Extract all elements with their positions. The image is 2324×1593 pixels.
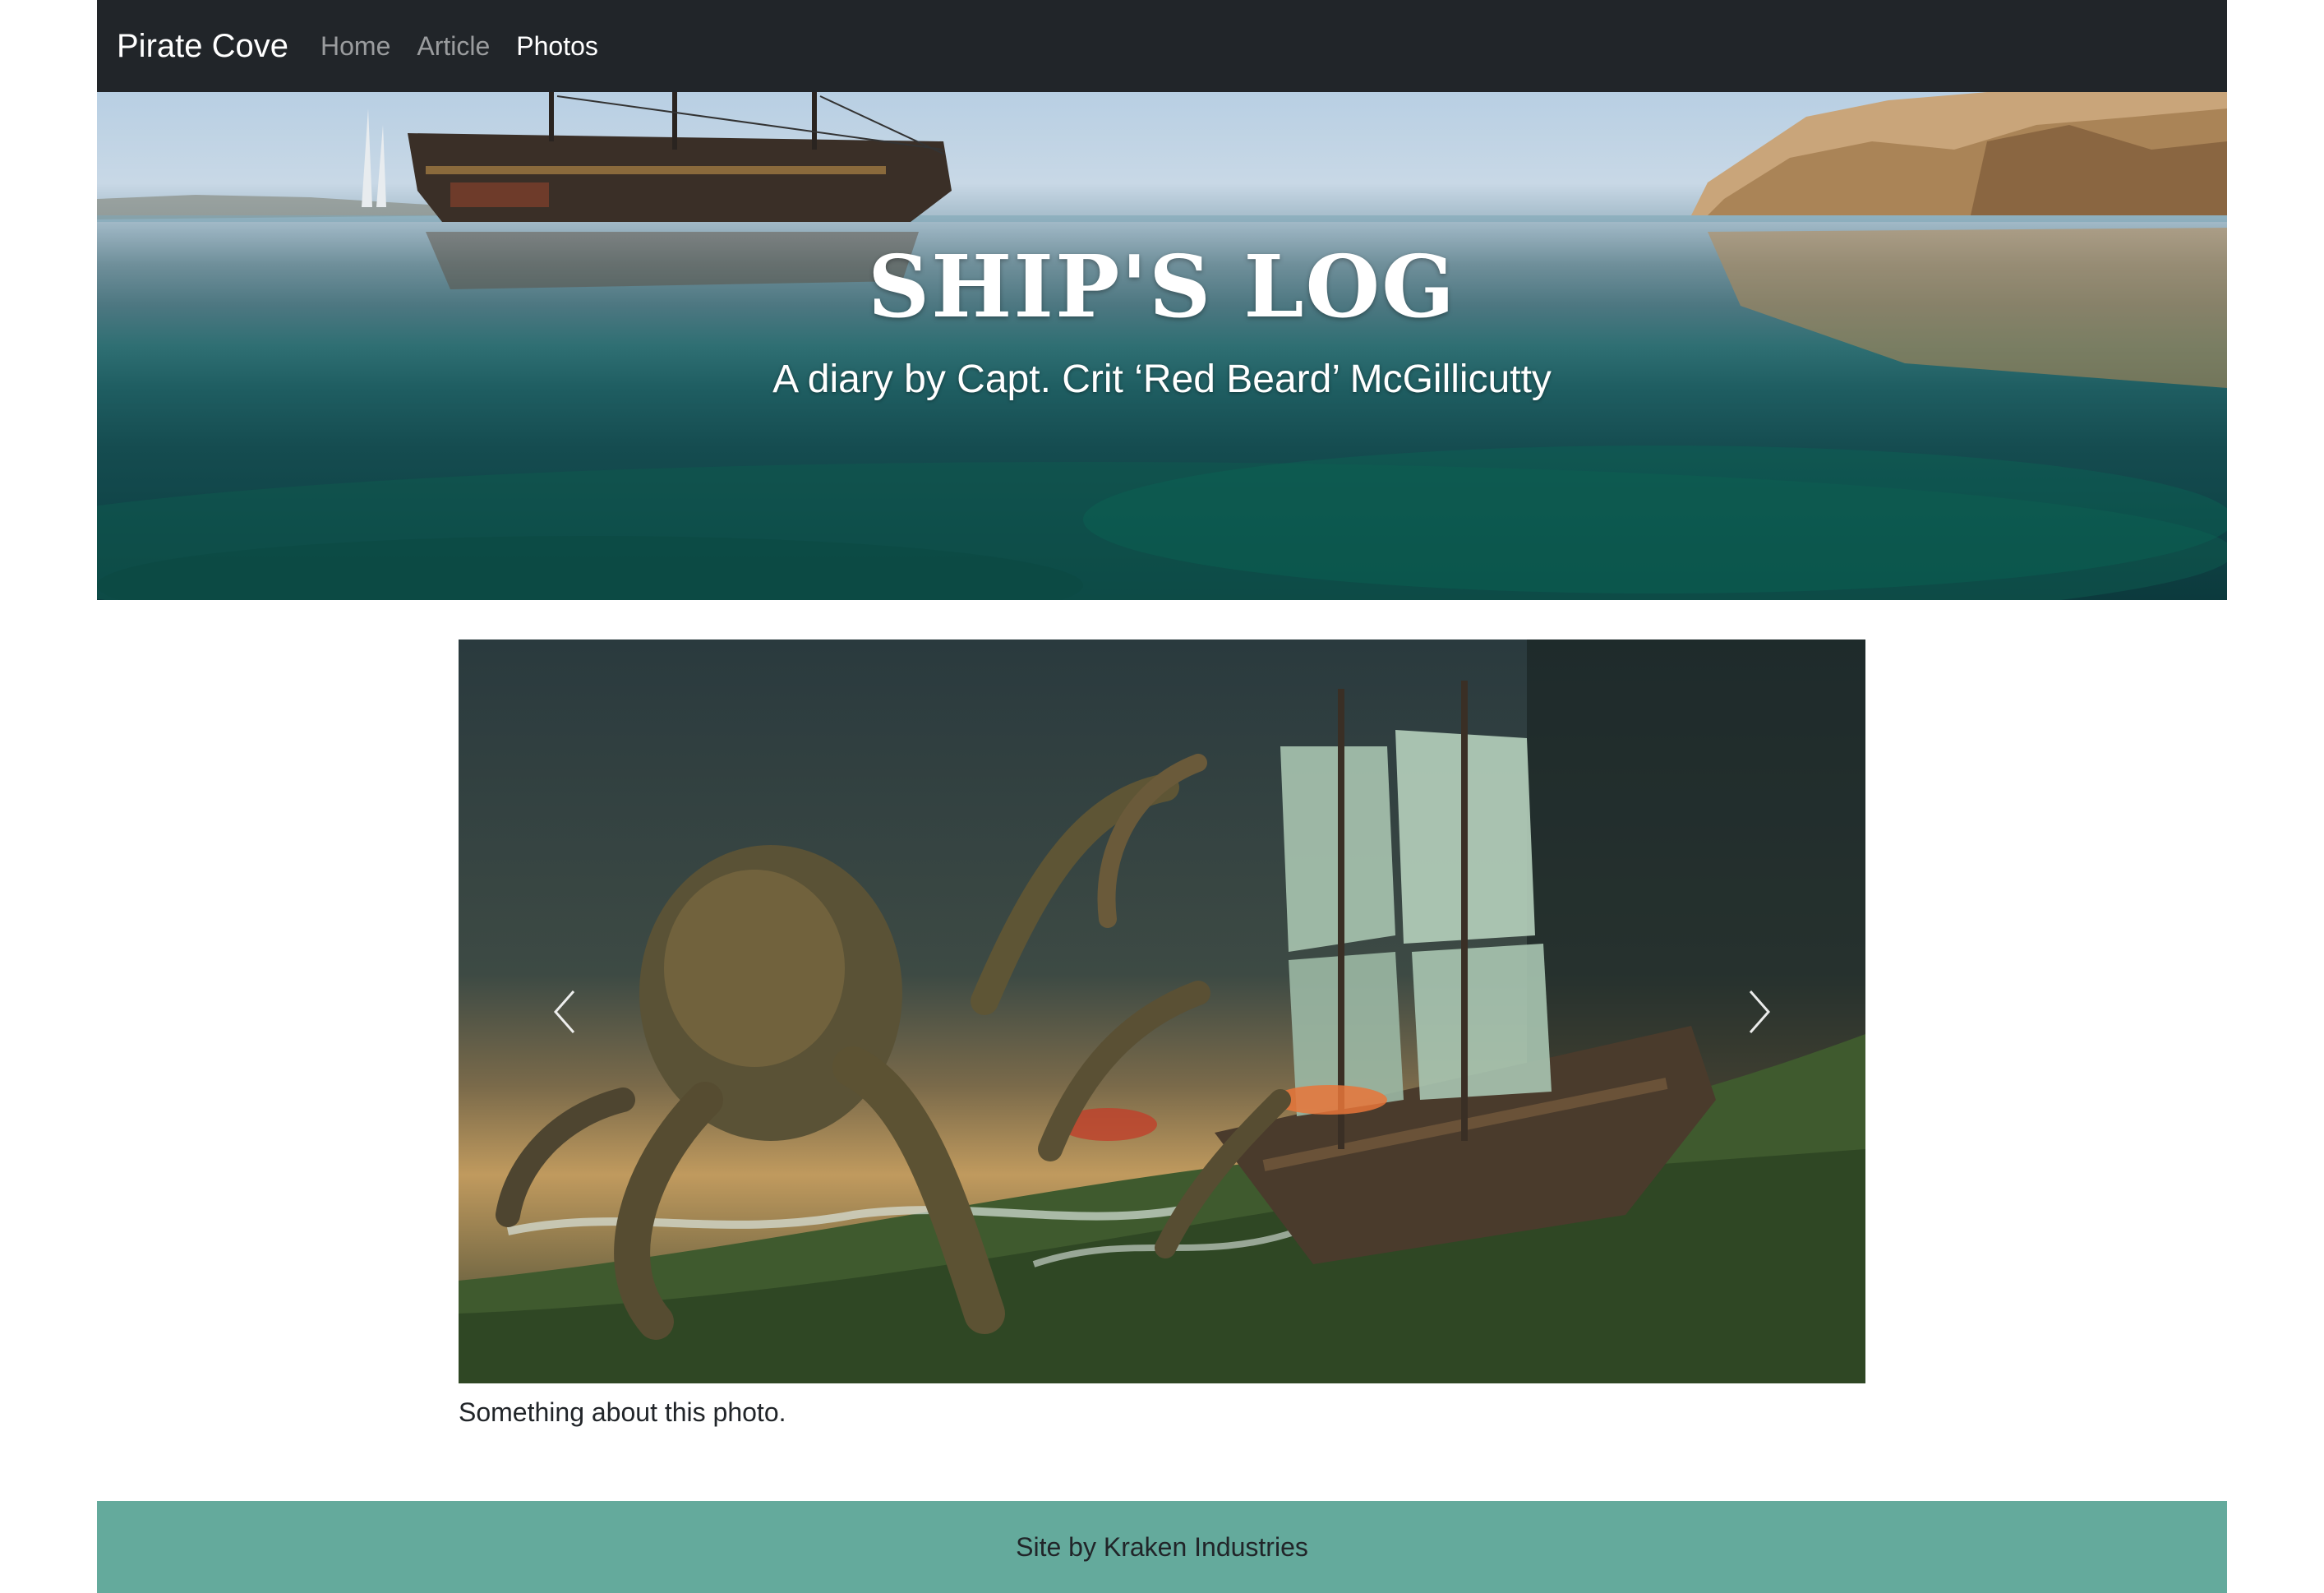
nav-link-article[interactable]: Article [417, 23, 490, 69]
page: Pirate Cove Home Article Photos SHIP'S L… [97, 0, 2227, 1593]
footer-text: Site by Kraken Industries [1016, 1531, 1308, 1562]
hero-banner: SHIP'S LOG A diary by Capt. Crit ‘Red Be… [97, 92, 2227, 600]
hero-subtitle: A diary by Capt. Crit ‘Red Beard’ McGill… [772, 358, 1552, 401]
navbar: Pirate Cove Home Article Photos [97, 0, 2227, 92]
photo-caption: Something about this photo. [459, 1397, 786, 1427]
hero-title: SHIP'S LOG [868, 236, 1456, 337]
photo-carousel [459, 640, 1865, 1383]
nav-link-photos[interactable]: Photos [516, 23, 598, 69]
chevron-right-icon [1749, 990, 1770, 1033]
site-footer: Site by Kraken Industries [97, 1501, 2227, 1593]
brand-link[interactable]: Pirate Cove [117, 23, 288, 69]
nav-link-home[interactable]: Home [320, 23, 390, 69]
carousel-prev-button[interactable] [483, 640, 648, 1383]
nav-links: Home Article Photos [320, 23, 598, 69]
hero-background-image [97, 92, 2227, 600]
chevron-left-icon [554, 990, 575, 1033]
carousel-next-button[interactable] [1676, 640, 1841, 1383]
kraken-ship-painting-image [459, 640, 1865, 1383]
